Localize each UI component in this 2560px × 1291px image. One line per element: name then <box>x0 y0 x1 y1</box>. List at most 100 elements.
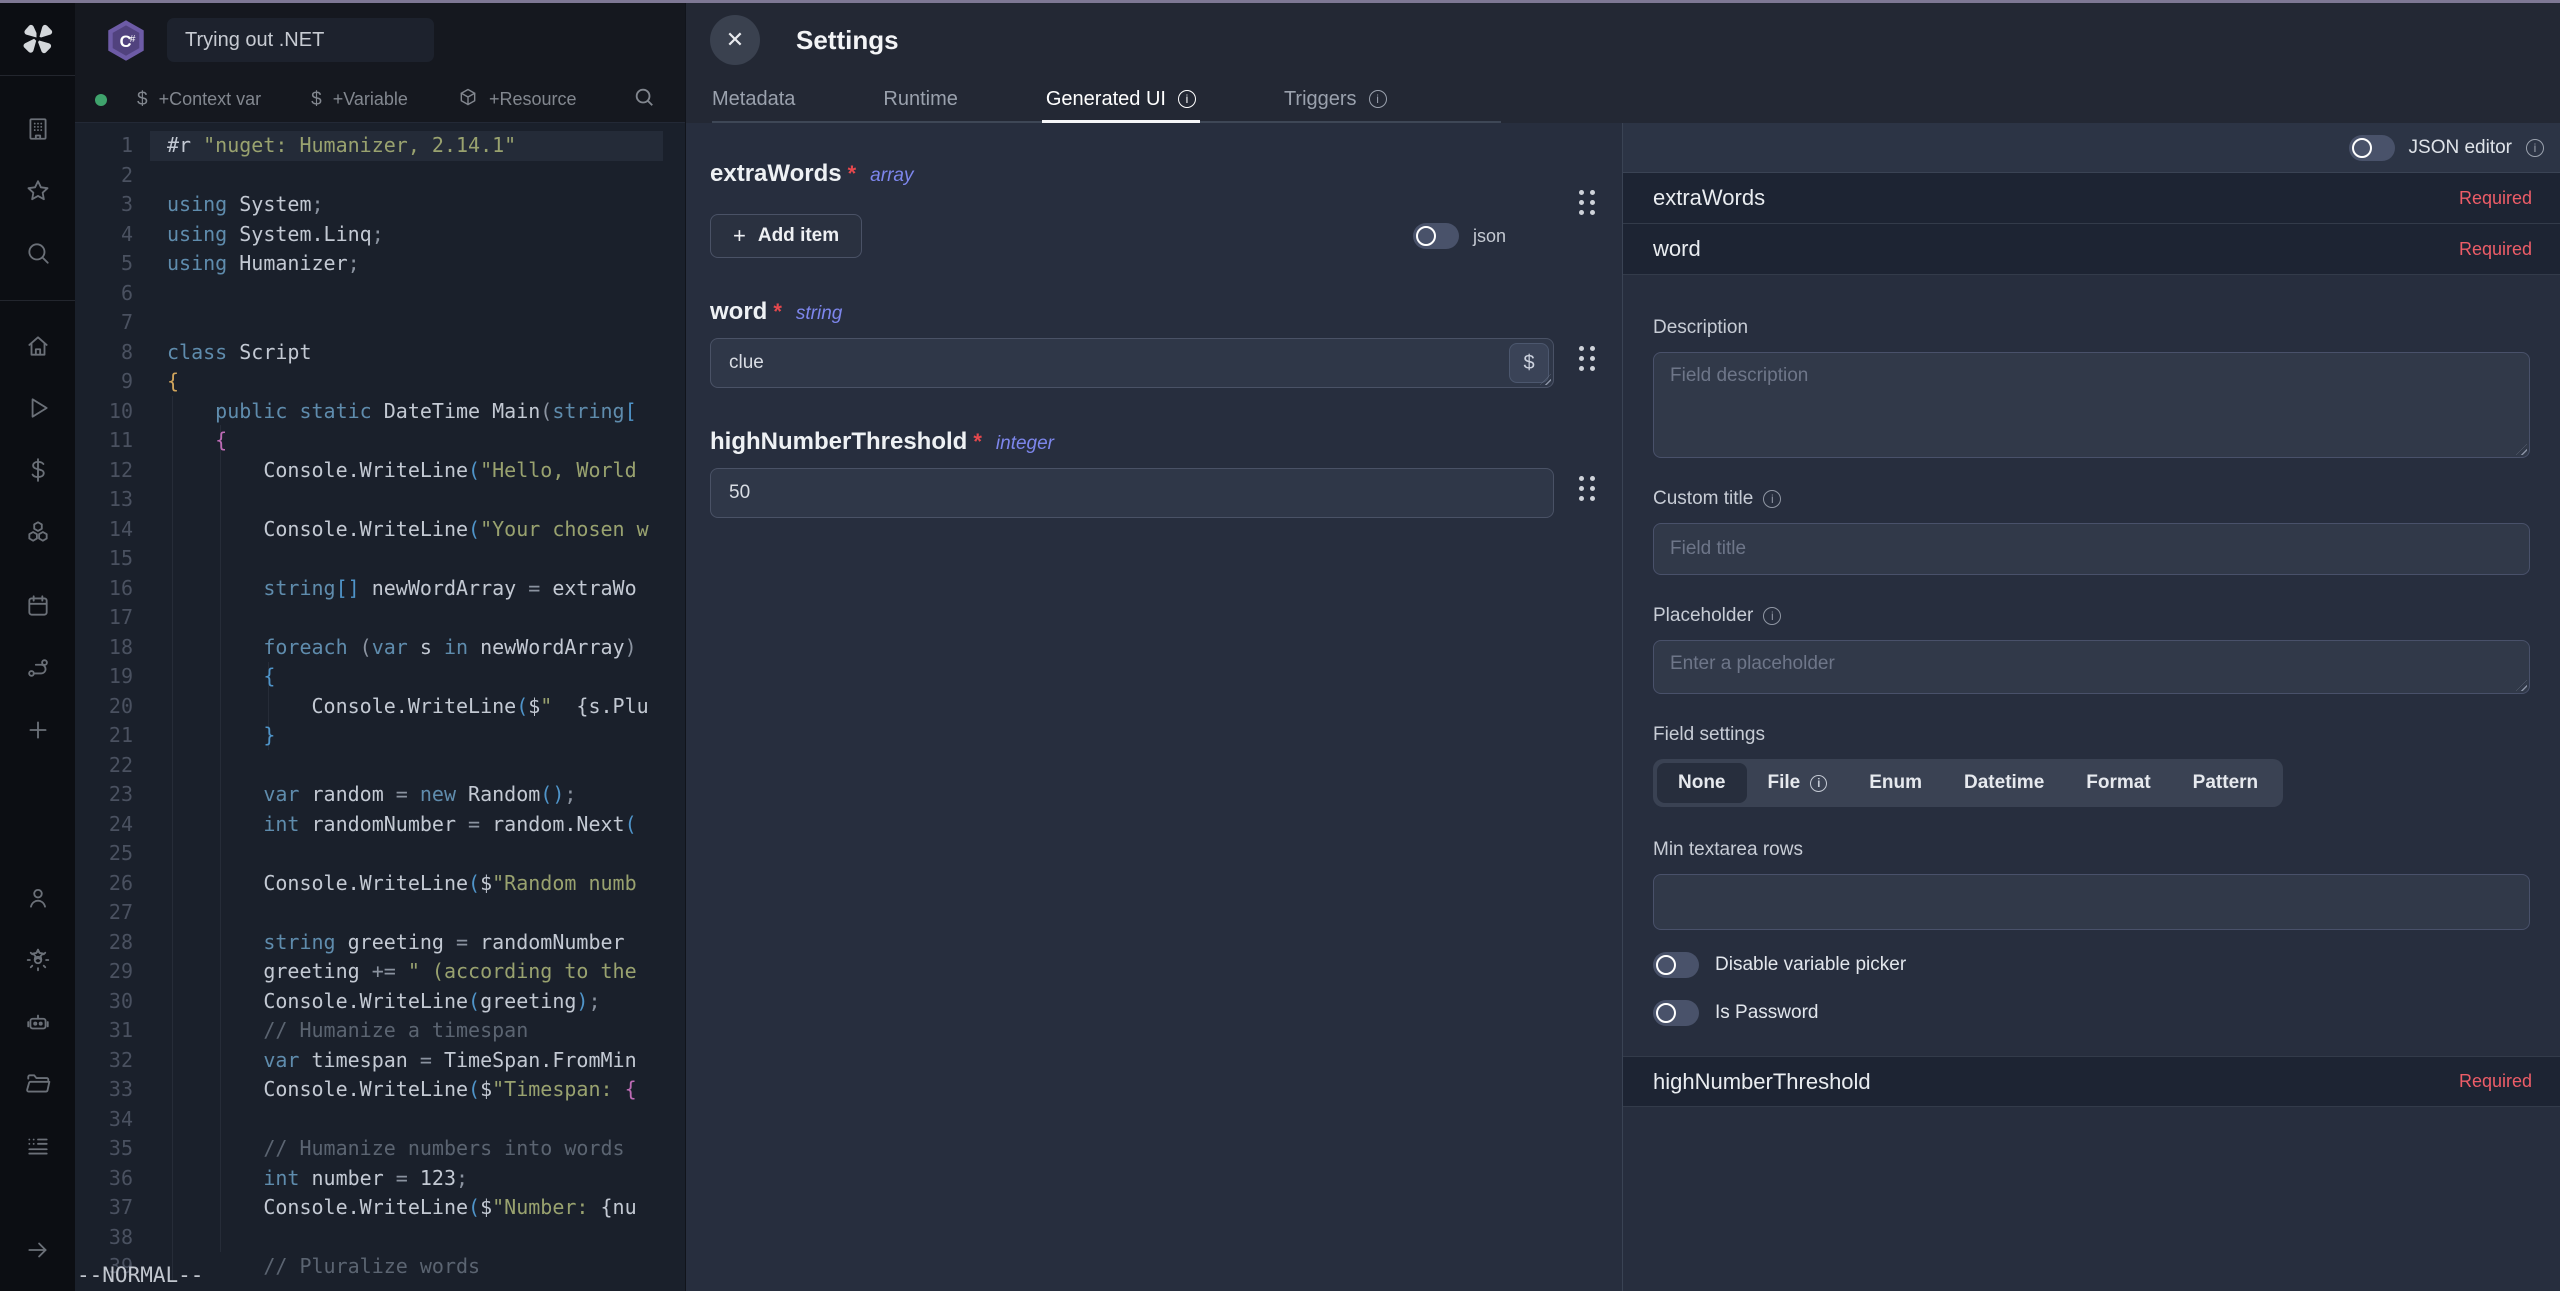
highnumberthreshold-input[interactable] <box>710 468 1554 518</box>
tab-runtime[interactable]: Runtime <box>883 77 957 121</box>
line-number: 30 <box>75 987 133 1017</box>
section-word[interactable]: word Required <box>1623 224 2560 275</box>
section-highnumberthreshold[interactable]: highNumberThreshold Required <box>1623 1056 2560 1107</box>
code-line[interactable]: 16 string[] newWordArray = extraWo <box>75 574 685 604</box>
search-icon[interactable] <box>0 222 75 284</box>
code-line[interactable]: 3using System; <box>75 190 685 220</box>
info-icon[interactable]: i <box>1763 490 1781 508</box>
code-line[interactable]: 8class Script <box>75 338 685 368</box>
is-password-toggle[interactable] <box>1653 1000 1699 1026</box>
word-input[interactable] <box>710 338 1554 388</box>
editor-tab[interactable]: Trying out .NET <box>167 18 434 62</box>
field-setting-format[interactable]: Format <box>2065 763 2171 803</box>
field-setting-none[interactable]: None <box>1657 763 1747 803</box>
cubes-icon[interactable] <box>0 501 75 563</box>
code-line[interactable]: 14 Console.WriteLine("Your chosen w <box>75 515 685 545</box>
code-line[interactable]: 31 // Humanize a timespan <box>75 1016 685 1046</box>
code-line[interactable]: 12 Console.WriteLine("Hello, World <box>75 456 685 486</box>
drag-handle-icon[interactable] <box>1579 476 1596 501</box>
code-area[interactable]: 1#r "nuget: Humanizer, 2.14.1"23using Sy… <box>75 123 685 1282</box>
code-line[interactable]: 19 { <box>75 662 685 692</box>
tab-triggers[interactable]: Triggersi <box>1284 77 1387 121</box>
tab-generated-ui[interactable]: Generated UIi <box>1046 77 1196 121</box>
field-setting-file[interactable]: Filei <box>1747 763 1849 803</box>
placeholder-textarea[interactable] <box>1653 640 2530 694</box>
resource-button[interactable]: +Resource <box>458 87 577 112</box>
field-setting-enum[interactable]: Enum <box>1848 763 1943 803</box>
contextvar-button[interactable]: $+Context var <box>137 87 261 112</box>
code-line[interactable]: 6 <box>75 279 685 309</box>
section-extrawords[interactable]: extraWords Required <box>1623 173 2560 224</box>
code-line[interactable]: 34 <box>75 1105 685 1135</box>
play-icon[interactable] <box>0 377 75 439</box>
home-icon[interactable] <box>0 315 75 377</box>
field-setting-pattern[interactable]: Pattern <box>2172 763 2279 803</box>
code-line[interactable]: 29 greeting += " (according to the <box>75 957 685 987</box>
package-icon <box>458 87 478 112</box>
description-textarea[interactable] <box>1653 352 2530 458</box>
list-icon[interactable] <box>0 1115 75 1177</box>
settings-tab-row: Metadata Runtime Generated UIi Triggersi <box>686 77 2560 123</box>
arrow-right-icon[interactable] <box>0 1219 75 1281</box>
person-icon[interactable] <box>0 867 75 929</box>
code-line[interactable]: 37 Console.WriteLine($"Number: {nu <box>75 1193 685 1223</box>
building-icon[interactable] <box>0 98 75 160</box>
code-line[interactable]: 10 public static DateTime Main(string[ <box>75 397 685 427</box>
code-line[interactable]: 17 <box>75 603 685 633</box>
line-number: 1 <box>75 131 133 161</box>
calendar-icon[interactable] <box>0 575 75 637</box>
code-line[interactable]: 38 <box>75 1223 685 1253</box>
code-line[interactable]: 4using System.Linq; <box>75 220 685 250</box>
code-line[interactable]: 23 var random = new Random(); <box>75 780 685 810</box>
code-line[interactable]: 32 var timespan = TimeSpan.FromMin <box>75 1046 685 1076</box>
json-editor-toggle[interactable] <box>2349 135 2395 161</box>
close-icon[interactable]: ✕ <box>710 15 760 65</box>
code-line[interactable]: 2 <box>75 161 685 191</box>
code-line[interactable]: 24 int randomNumber = random.Next( <box>75 810 685 840</box>
dollar-icon[interactable] <box>0 439 75 501</box>
json-toggle[interactable] <box>1413 223 1459 249</box>
drag-handle-icon[interactable] <box>1579 346 1596 371</box>
code-line[interactable]: 18 foreach (var s in newWordArray) <box>75 633 685 663</box>
code-line[interactable]: 21 } <box>75 721 685 751</box>
min-textarea-rows-input[interactable] <box>1653 874 2530 930</box>
variable-picker-button[interactable]: $ <box>1509 343 1549 383</box>
tab-metadata[interactable]: Metadata <box>712 77 795 121</box>
code-line[interactable]: 35 // Humanize numbers into words <box>75 1134 685 1164</box>
folder-icon[interactable] <box>0 1053 75 1115</box>
code-line[interactable]: 22 <box>75 751 685 781</box>
variable-button[interactable]: $+Variable <box>311 87 408 112</box>
code-line[interactable]: 13 <box>75 485 685 515</box>
line-number: 17 <box>75 603 133 633</box>
drag-handle-icon[interactable] <box>1579 190 1596 215</box>
code-line[interactable]: 5using Humanizer; <box>75 249 685 279</box>
star-icon[interactable] <box>0 160 75 222</box>
code-line[interactable]: 15 <box>75 544 685 574</box>
plus-icon[interactable] <box>0 699 75 761</box>
field-setting-datetime[interactable]: Datetime <box>1943 763 2065 803</box>
code-line[interactable]: 30 Console.WriteLine(greeting); <box>75 987 685 1017</box>
add-item-button[interactable]: + Add item <box>710 214 862 258</box>
disable-variable-picker-toggle[interactable] <box>1653 952 1699 978</box>
route-icon[interactable] <box>0 637 75 699</box>
field-name: highNumberThreshold <box>710 428 967 456</box>
info-icon[interactable]: i <box>1763 607 1781 625</box>
code-line[interactable]: 11 { <box>75 426 685 456</box>
code-line[interactable]: 33 Console.WriteLine($"Timespan: { <box>75 1075 685 1105</box>
code-line[interactable]: 25 <box>75 839 685 869</box>
info-icon[interactable]: i <box>2526 139 2544 157</box>
custom-title-input[interactable] <box>1653 523 2530 575</box>
code-line[interactable]: 9{ <box>75 367 685 397</box>
robot-icon[interactable] <box>0 991 75 1053</box>
code-line[interactable]: 27 <box>75 898 685 928</box>
code-line[interactable]: 7 <box>75 308 685 338</box>
windmill-logo[interactable] <box>0 3 75 75</box>
code-line[interactable]: 20 Console.WriteLine($" {s.Plu <box>75 692 685 722</box>
code-line[interactable]: 28 string greeting = randomNumber <box>75 928 685 958</box>
gear-icon[interactable] <box>0 929 75 991</box>
json-editor-label: JSON editor <box>2409 137 2512 159</box>
search-icon[interactable] <box>633 86 655 113</box>
code-line[interactable]: 36 int number = 123; <box>75 1164 685 1194</box>
code-line[interactable]: 26 Console.WriteLine($"Random numb <box>75 869 685 899</box>
code-line[interactable]: 1#r "nuget: Humanizer, 2.14.1" <box>75 131 685 161</box>
